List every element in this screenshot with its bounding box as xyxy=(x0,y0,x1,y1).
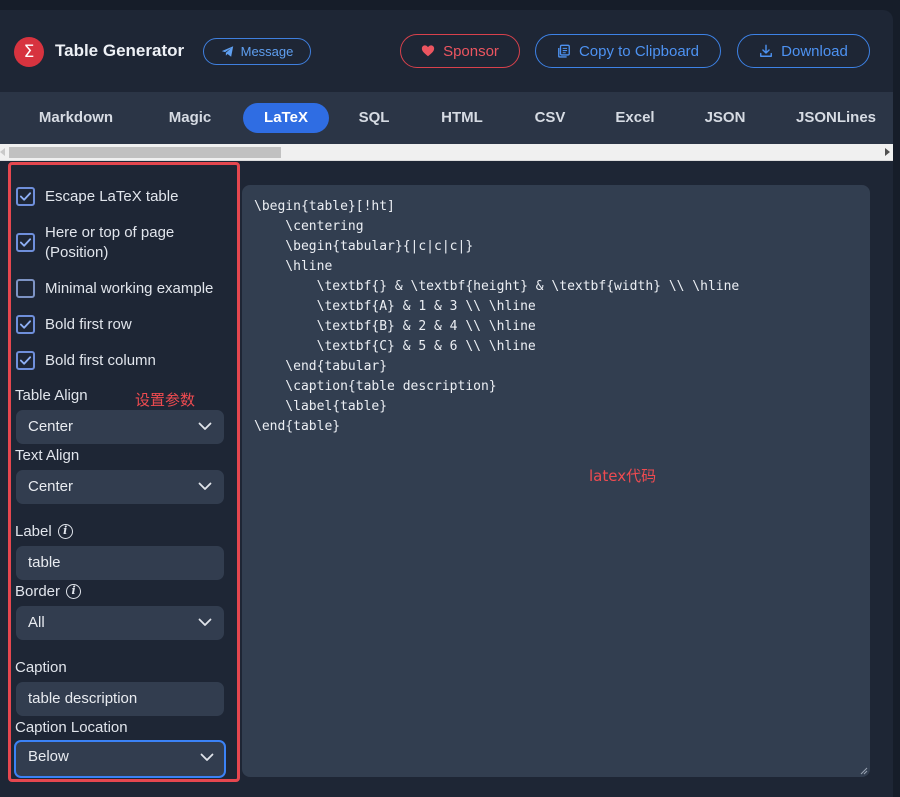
header: Σ Table Generator Message Sponsor Copy t… xyxy=(0,10,893,92)
download-icon xyxy=(760,44,773,57)
tab-sql[interactable]: SQL xyxy=(347,103,401,133)
tab-markdown[interactable]: Markdown xyxy=(30,103,122,133)
resize-handle-icon[interactable] xyxy=(858,765,868,775)
copy-button-label: Copy to Clipboard xyxy=(578,42,700,60)
settings-panel: Escape LaTeX table Here or top of page (… xyxy=(8,162,240,782)
label-input[interactable]: table xyxy=(16,546,224,580)
border-field-text: Border xyxy=(15,583,61,600)
option-bold-first-column[interactable]: Bold first column xyxy=(16,351,156,371)
tab-latex[interactable]: LaTeX xyxy=(243,103,329,133)
copy-icon xyxy=(558,44,570,58)
table-align-select[interactable]: Center xyxy=(16,410,224,444)
checkmark-icon xyxy=(19,320,32,329)
escape-latex-label: Escape LaTeX table xyxy=(45,188,179,205)
border-field-label: Border i xyxy=(15,583,82,600)
border-value: All xyxy=(28,614,45,631)
tab-json[interactable]: JSON xyxy=(697,103,753,133)
copy-to-clipboard-button[interactable]: Copy to Clipboard xyxy=(535,34,721,68)
position-checkbox[interactable] xyxy=(16,233,35,252)
tab-csv[interactable]: CSV xyxy=(525,103,575,133)
checkmark-icon xyxy=(19,192,32,201)
option-minimal-example[interactable]: Minimal working example xyxy=(16,279,213,299)
info-icon[interactable]: i xyxy=(66,584,82,599)
app-window: Σ Table Generator Message Sponsor Copy t… xyxy=(0,10,893,797)
label-field-label: Label i xyxy=(15,523,73,540)
app-title: Table Generator xyxy=(55,41,185,60)
option-position[interactable]: Here or top of page (Position) xyxy=(16,223,196,263)
option-bold-first-row[interactable]: Bold first row xyxy=(16,315,132,335)
info-icon[interactable]: i xyxy=(57,524,73,539)
chevron-down-icon xyxy=(198,618,212,626)
label-field-text: Label xyxy=(15,523,52,540)
position-label: Here or top of page (Position) xyxy=(45,224,175,261)
sponsor-button[interactable]: Sponsor xyxy=(400,34,520,68)
border-select[interactable]: All xyxy=(16,606,224,640)
bold-first-row-label: Bold first row xyxy=(45,316,132,333)
message-button[interactable]: Message xyxy=(203,38,311,65)
chevron-down-icon xyxy=(198,482,212,490)
checkmark-icon xyxy=(19,356,32,365)
scroll-right-icon[interactable] xyxy=(885,148,890,156)
download-button-label: Download xyxy=(781,42,848,60)
tab-magic[interactable]: Magic xyxy=(155,103,225,133)
download-button[interactable]: Download xyxy=(737,34,870,68)
chevron-down-icon xyxy=(198,422,212,430)
option-escape-latex[interactable]: Escape LaTeX table xyxy=(16,187,178,207)
settings-annotation: 设置参数 xyxy=(135,391,196,409)
bold-first-column-label: Bold first column xyxy=(45,352,156,369)
chevron-down-icon xyxy=(200,753,214,761)
tab-excel[interactable]: Excel xyxy=(607,103,663,133)
caption-location-value: Below xyxy=(28,748,69,765)
text-align-select[interactable]: Center xyxy=(16,470,224,504)
message-button-label: Message xyxy=(240,44,294,59)
scroll-left-icon[interactable] xyxy=(0,148,5,156)
text-align-label: Text Align xyxy=(15,447,80,464)
telegram-icon xyxy=(221,46,233,57)
format-tabs: Markdown Magic LaTeX SQL HTML CSV Excel … xyxy=(0,92,893,144)
latex-code-output[interactable]: \begin{table}[!ht] \centering \begin{tab… xyxy=(242,185,870,777)
minimal-example-label: Minimal working example xyxy=(45,280,214,297)
tabs-horizontal-scrollbar[interactable] xyxy=(0,144,893,161)
caption-input[interactable]: table description xyxy=(16,682,224,716)
scrollbar-thumb[interactable] xyxy=(9,147,281,158)
text-align-value: Center xyxy=(28,478,74,495)
tab-jsonlines[interactable]: JSONLines xyxy=(790,103,882,133)
caption-location-select[interactable]: Below xyxy=(14,740,226,778)
sponsor-button-label: Sponsor xyxy=(443,42,499,60)
sigma-logo-icon: Σ xyxy=(14,37,44,67)
code-annotation: latex代码 xyxy=(589,467,657,485)
bold-first-column-checkbox[interactable] xyxy=(16,351,35,370)
heart-icon xyxy=(421,45,435,57)
latex-code-text: \begin{table}[!ht] \centering \begin{tab… xyxy=(254,199,740,434)
minimal-example-checkbox[interactable] xyxy=(16,279,35,298)
caption-location-label: Caption Location xyxy=(15,719,128,736)
bold-first-row-checkbox[interactable] xyxy=(16,315,35,334)
checkmark-icon xyxy=(19,238,32,247)
table-align-value: Center xyxy=(28,418,74,435)
caption-label: Caption xyxy=(15,659,67,676)
table-align-label: Table Align xyxy=(15,387,88,404)
escape-latex-checkbox[interactable] xyxy=(16,187,35,206)
tab-html[interactable]: HTML xyxy=(430,103,494,133)
